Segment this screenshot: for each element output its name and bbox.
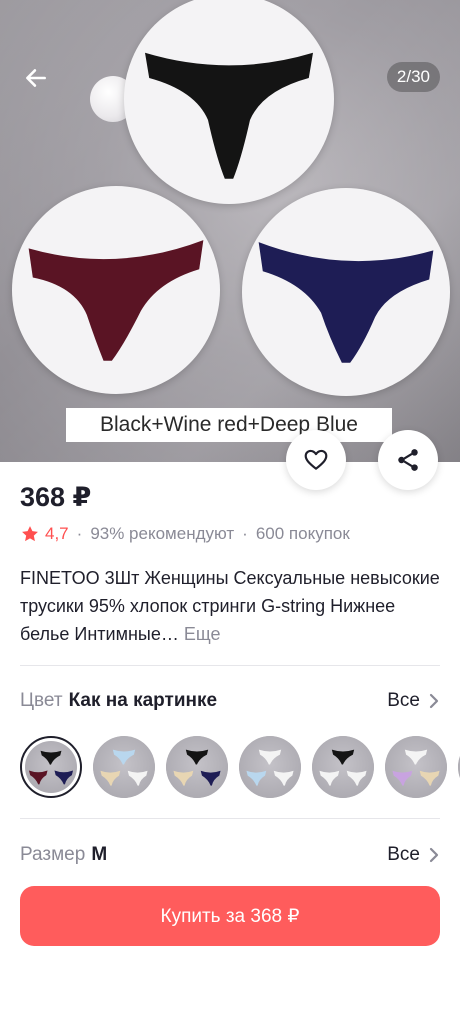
star-icon xyxy=(22,526,38,542)
size-option-label-group: Размер M xyxy=(20,844,107,866)
rating-value: 4,7 xyxy=(45,524,69,543)
back-button[interactable] xyxy=(16,58,56,98)
color-swatch[interactable] xyxy=(239,736,301,798)
product-title-text: FINETOO 3Шт Женщины Сексуальные невысоки… xyxy=(20,568,440,644)
image-caption: Black+Wine red+Deep Blue xyxy=(66,408,392,442)
color-swatch[interactable] xyxy=(312,736,374,798)
divider xyxy=(20,665,440,666)
chevron-right-icon xyxy=(429,847,439,863)
color-option-row[interactable]: Цвет Как на картинке Все xyxy=(20,686,440,716)
color-swatch[interactable] xyxy=(166,736,228,798)
share-button[interactable] xyxy=(378,430,438,490)
share-icon xyxy=(398,449,418,471)
separator-dot: · xyxy=(76,524,83,543)
image-counter: 2/30 xyxy=(386,62,440,92)
color-all-button[interactable]: Все xyxy=(387,690,440,712)
size-value: M xyxy=(91,844,108,865)
purchases-count: 600 покупок xyxy=(255,524,350,543)
size-label: Размер xyxy=(20,844,86,865)
size-option-row[interactable]: Размер M Все xyxy=(20,840,440,870)
more-link[interactable]: Еще xyxy=(184,624,221,644)
product-title: FINETOO 3Шт Женщины Сексуальные невысоки… xyxy=(20,564,440,648)
product-photo-blue xyxy=(242,188,450,396)
color-swatch[interactable] xyxy=(93,736,155,798)
recommend-text: 93% рекомендуют xyxy=(90,524,235,543)
swatch-preview xyxy=(392,749,440,786)
arrow-left-icon xyxy=(26,69,46,87)
swatch-preview xyxy=(28,750,74,785)
color-swatch[interactable] xyxy=(385,736,447,798)
chevron-right-icon xyxy=(429,693,439,709)
swatch-preview xyxy=(173,749,221,786)
swatch-preview xyxy=(319,749,367,786)
product-photo-wine xyxy=(12,186,220,394)
color-option-label-group: Цвет Как на картинке xyxy=(20,690,217,712)
size-all-label: Все xyxy=(387,844,420,865)
product-price: 368 ₽ xyxy=(20,482,92,512)
color-value: Как на картинке xyxy=(68,690,218,711)
swatch-preview xyxy=(246,749,294,786)
favorite-button[interactable] xyxy=(286,430,346,490)
color-label: Цвет xyxy=(20,690,63,711)
buy-button[interactable]: Купить за 368 ₽ xyxy=(20,886,440,946)
product-photo-black xyxy=(124,0,334,204)
color-swatch[interactable] xyxy=(20,736,82,798)
size-all-button[interactable]: Все xyxy=(387,844,440,866)
rating-row[interactable]: 4,7 · 93% рекомендуют · 600 покупок xyxy=(20,524,350,544)
heart-icon xyxy=(304,449,328,470)
color-swatch-list xyxy=(20,736,460,800)
separator-dot: · xyxy=(242,524,248,543)
swatch-preview xyxy=(100,749,148,786)
color-all-label: Все xyxy=(387,690,420,711)
divider xyxy=(20,818,440,819)
product-image-gallery[interactable]: Black+Wine red+Deep Blue 2/30 xyxy=(0,0,460,462)
